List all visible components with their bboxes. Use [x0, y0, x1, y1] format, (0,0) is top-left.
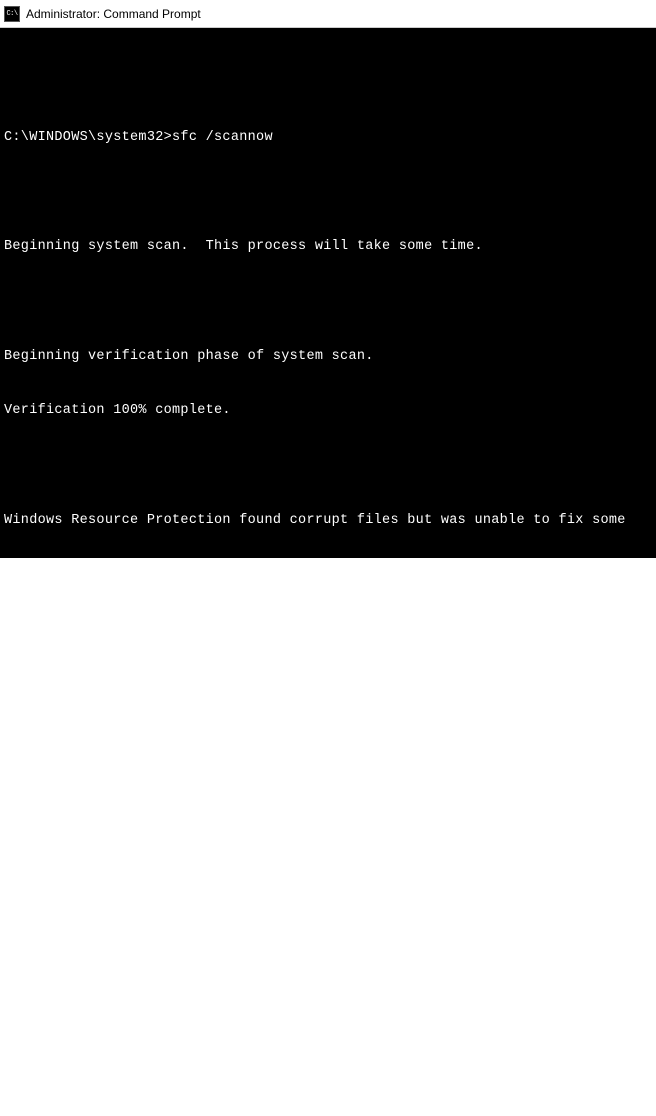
terminal-line [4, 840, 652, 858]
terminal-line: example C:\Windows\Logs\CBS\CBS.log. Not… [4, 621, 652, 639]
terminal-line: Deployment Image Servicing and Managemen… [4, 894, 652, 912]
terminal-line [4, 74, 652, 92]
terminal-line [4, 730, 652, 748]
terminal-line: supported in offline servicing scenarios… [4, 676, 652, 694]
window-title-bar[interactable]: C:\ Administrator: Command Prompt [0, 0, 656, 28]
terminal-line: Image Version: 10.0.15048.0 [4, 1058, 652, 1076]
terminal-line [4, 293, 652, 311]
terminal-line [4, 184, 652, 202]
terminal-line: of them. Details are included in the CBS… [4, 566, 652, 584]
terminal-line: C:\WINDOWS\system32>sfc /scannow [4, 129, 652, 147]
terminal-line: C:\WINDOWS\system32>Dism /online /cleanu… [4, 785, 652, 803]
terminal-line [4, 1113, 652, 1116]
cmd-icon: C:\ [4, 6, 20, 22]
terminal-output[interactable]: C:\WINDOWS\system32>sfc /scannow Beginni… [0, 28, 656, 558]
window-title: Administrator: Command Prompt [26, 7, 201, 21]
terminal-line: Verification 100% complete. [4, 402, 652, 420]
terminal-line [4, 1004, 652, 1022]
terminal-line: Windows Resource Protection found corrup… [4, 512, 652, 530]
terminal-line: Beginning verification phase of system s… [4, 348, 652, 366]
terminal-line: Version: 10.0.15048.0 [4, 949, 652, 967]
terminal-line [4, 457, 652, 475]
terminal-line: Beginning system scan. This process will… [4, 238, 652, 256]
